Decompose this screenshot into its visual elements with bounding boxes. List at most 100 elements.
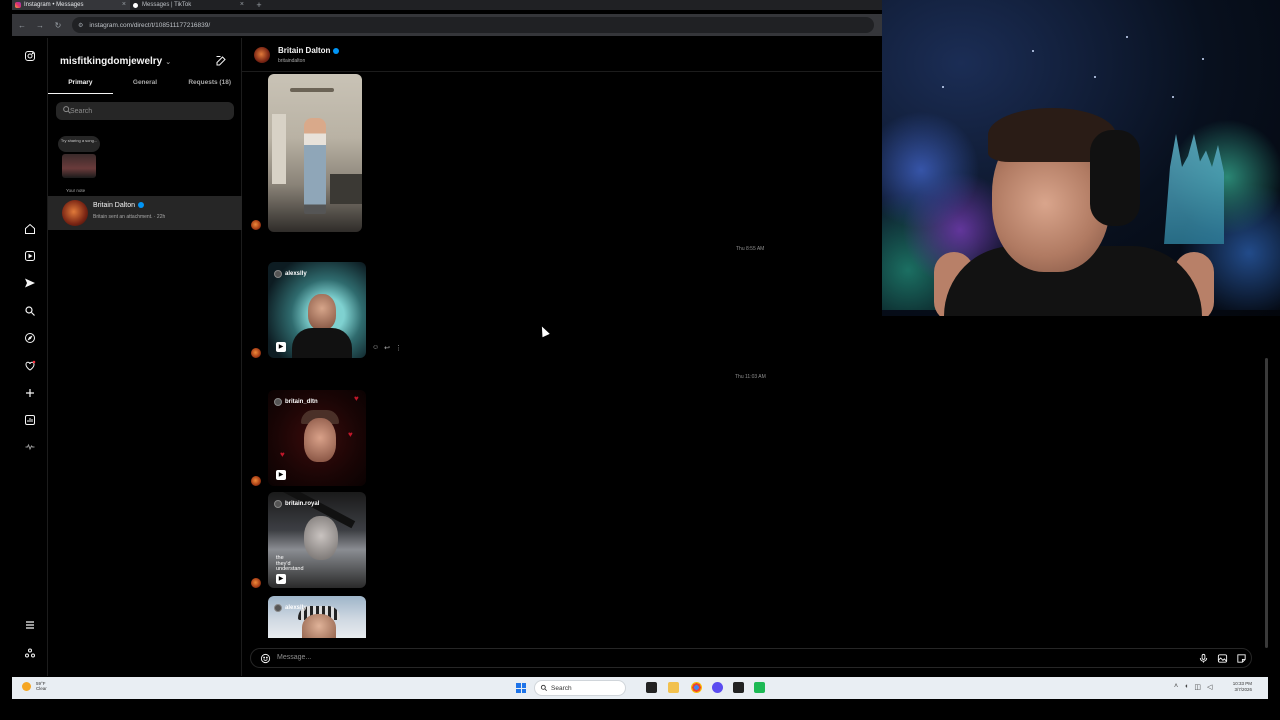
- tab-requests[interactable]: Requests (18): [177, 76, 242, 94]
- search-icon: [63, 106, 71, 114]
- reel-avatar: [274, 604, 282, 612]
- reel-attachment[interactable]: alexslly ▶: [268, 262, 366, 358]
- reel-handle-text: alexslly: [285, 271, 307, 277]
- image-upload-icon[interactable]: [1217, 653, 1228, 664]
- reels-icon[interactable]: [22, 248, 38, 264]
- star: [1094, 76, 1096, 78]
- play-icon: ▶: [276, 574, 286, 584]
- close-tab-icon[interactable]: ×: [240, 0, 244, 10]
- tab-primary[interactable]: Primary: [48, 76, 113, 94]
- account-switcher[interactable]: misfitkingdomjewelry ⌄: [60, 56, 171, 67]
- notifications-heart-icon[interactable]: [22, 358, 38, 374]
- reel-attachment[interactable]: britain.royal the they'd understand ▶: [268, 492, 366, 588]
- message-actions: ☺ ↩ ⋮: [372, 344, 402, 352]
- reel-avatar: [274, 398, 282, 406]
- dashboard-icon[interactable]: [22, 412, 38, 428]
- taskbar-search-label: Search: [551, 684, 572, 692]
- tab-title: Messages | TikTok: [142, 2, 192, 8]
- search-input[interactable]: Search: [56, 102, 234, 120]
- weather-widget[interactable]: 59°F Clear: [22, 681, 47, 691]
- create-plus-icon[interactable]: [22, 385, 38, 401]
- obs-icon[interactable]: [733, 682, 744, 693]
- sender-avatar: [251, 476, 261, 486]
- chevron-up-icon[interactable]: ˄: [1174, 683, 1178, 691]
- thread-item-britain-dalton[interactable]: Britain Dalton Britain sent an attachmen…: [48, 196, 242, 230]
- explore-compass-icon[interactable]: [22, 330, 38, 346]
- volume-icon[interactable]: ◁: [1207, 683, 1212, 691]
- url-field[interactable]: ⚙ instagram.com/direct/t/108511177216839…: [72, 17, 874, 33]
- reel-caption: the they'd understand: [276, 555, 304, 572]
- note-avatar[interactable]: [62, 154, 96, 178]
- chrome-icon[interactable]: [691, 682, 702, 693]
- home-icon[interactable]: [22, 221, 38, 237]
- weather-desc: Clear: [36, 686, 47, 691]
- video-attachment[interactable]: [268, 74, 362, 232]
- verified-badge-icon: [138, 202, 144, 208]
- chat-contact-username: britaindalton: [278, 58, 306, 64]
- emoji-icon[interactable]: [260, 653, 271, 664]
- star: [1172, 96, 1174, 98]
- verified-badge-icon: [333, 48, 339, 54]
- weather-sun-icon: [22, 682, 31, 691]
- also-from-meta-icon[interactable]: [22, 645, 38, 661]
- reel-body: [292, 328, 352, 358]
- messenger-icon[interactable]: [712, 682, 723, 693]
- close-tab-icon[interactable]: ×: [122, 0, 126, 10]
- reload-icon[interactable]: ↻: [50, 21, 66, 30]
- search-icon[interactable]: [22, 303, 38, 319]
- back-arrow-icon[interactable]: ←: [14, 21, 30, 30]
- play-icon: ▶: [276, 342, 286, 352]
- heart-icon: ♥: [354, 394, 359, 403]
- more-menu-icon[interactable]: [22, 617, 38, 633]
- thread-preview: Britain sent an attachment. · 22h: [93, 214, 166, 220]
- taskbar-search[interactable]: Search: [534, 680, 626, 696]
- windows-start-icon[interactable]: [516, 683, 526, 693]
- scrollbar-thumb[interactable]: [1265, 358, 1268, 648]
- reel-attachment[interactable]: ♥ ♥ ♥ britain_dltn ▶: [268, 390, 366, 486]
- play-icon: ▶: [276, 470, 286, 480]
- react-emoji-icon[interactable]: ☺: [372, 344, 379, 352]
- message-input[interactable]: Message...: [277, 654, 311, 661]
- clock[interactable]: 10:33 PM 3/7/2026: [1233, 681, 1252, 693]
- reel-handle: britain.royal: [274, 500, 319, 508]
- site-info-icon[interactable]: ⚙: [78, 22, 83, 29]
- sticker-icon[interactable]: [1236, 653, 1247, 664]
- heart-icon: ♥: [280, 450, 285, 459]
- sender-avatar: [251, 220, 261, 230]
- url-text: instagram.com/direct/t/108511177216839/: [89, 21, 211, 29]
- app-icon[interactable]: [754, 682, 765, 693]
- star: [942, 86, 944, 88]
- reel-face: [304, 516, 338, 560]
- instagram-favicon-icon: [15, 2, 21, 8]
- messages-send-icon[interactable]: [22, 275, 38, 291]
- tab-instagram-messages[interactable]: Instagram • Messages ×: [12, 0, 130, 10]
- threads-icon[interactable]: [22, 439, 38, 455]
- new-tab-button[interactable]: +: [252, 0, 266, 10]
- file-explorer-icon[interactable]: [668, 682, 679, 693]
- tray-app-icon[interactable]: ◖: [1184, 683, 1188, 691]
- chat-contact-name[interactable]: Britain Dalton: [278, 46, 330, 55]
- reply-icon[interactable]: ↩: [384, 344, 390, 352]
- star: [1032, 50, 1034, 52]
- reel-attachment[interactable]: alexslly: [268, 596, 366, 638]
- avatar[interactable]: [254, 47, 270, 63]
- couch: [330, 174, 362, 204]
- message-composer[interactable]: Message...: [250, 648, 1252, 668]
- avatar: [62, 200, 88, 226]
- forward-arrow-icon[interactable]: →: [32, 21, 48, 30]
- address-bar-row: ← → ↻ ⚙ instagram.com/direct/t/108511177…: [12, 14, 882, 36]
- instagram-logo-icon[interactable]: [22, 48, 38, 64]
- ceiling-fan: [290, 88, 334, 92]
- note-bubble[interactable]: Try sharing a song...: [58, 136, 100, 152]
- new-message-compose-icon[interactable]: [215, 54, 227, 66]
- inbox-tabs: Primary General Requests (18): [48, 76, 242, 94]
- microphone-icon[interactable]: [1198, 653, 1209, 664]
- tab-tiktok-messages[interactable]: Messages | TikTok ×: [130, 0, 248, 10]
- more-options-icon[interactable]: ⋮: [395, 344, 402, 352]
- reel-handle-text: britain_dltn: [285, 399, 318, 405]
- headset: [1090, 130, 1140, 226]
- network-icon[interactable]: ◫: [1194, 683, 1201, 691]
- task-view-icon[interactable]: [646, 682, 657, 693]
- tab-general[interactable]: General: [113, 76, 178, 94]
- webcam-overlay: [882, 0, 1280, 316]
